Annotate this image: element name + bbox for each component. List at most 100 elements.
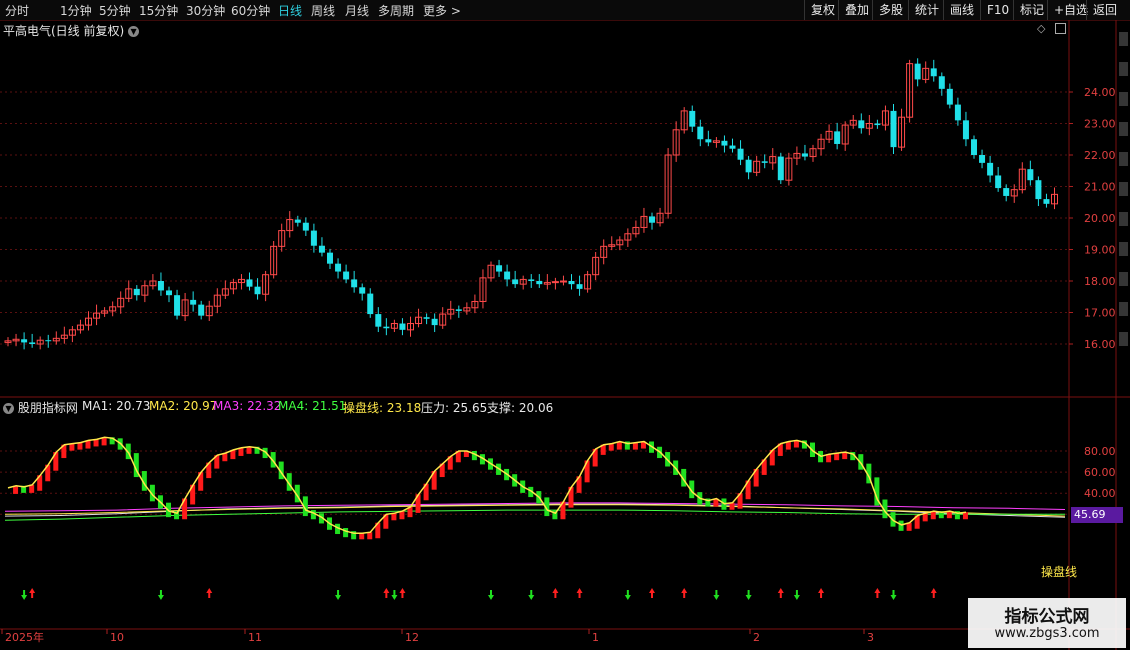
- buy-arrow-icon: [552, 588, 559, 598]
- btn-mark[interactable]: 标记: [1013, 0, 1050, 20]
- tab-more[interactable]: 更多 >: [423, 2, 461, 19]
- buy-arrow-icon: [930, 588, 937, 598]
- candle-body-down: [351, 279, 358, 288]
- candle-body-down: [318, 245, 325, 253]
- tab-15min[interactable]: 15分钟: [139, 2, 178, 19]
- candle-body-down: [938, 76, 945, 89]
- legend-glyph: [1119, 32, 1128, 46]
- tab-weekly[interactable]: 周线: [311, 2, 335, 19]
- tab-intraday[interactable]: 分时: [5, 2, 29, 19]
- watermark-url: www.zbgs3.com: [994, 626, 1100, 641]
- buy-arrow-icon: [29, 588, 36, 598]
- candle-body-down: [689, 110, 696, 127]
- indicator-name: 股朋指标网: [17, 401, 78, 415]
- time-axis-label: 11: [248, 631, 262, 644]
- candle-body-down: [359, 287, 366, 294]
- time-axis-label: 2025年: [5, 630, 44, 644]
- price-axis-label: 23.00: [1084, 118, 1116, 131]
- candle-body-down: [1035, 180, 1042, 200]
- buy-arrow-icon: [383, 588, 390, 598]
- candle-body-down: [423, 317, 430, 319]
- candle-body-down: [1043, 199, 1050, 204]
- candle-body-down: [721, 140, 728, 146]
- ma3-readout: MA3: 22.32: [213, 399, 281, 413]
- series-tag: 操盘线: [1041, 565, 1078, 579]
- candle-body-down: [801, 153, 808, 157]
- tab-30min[interactable]: 30分钟: [186, 2, 225, 19]
- tab-5min[interactable]: 5分钟: [99, 2, 131, 19]
- chevron-right-icon: >: [450, 4, 461, 18]
- ma1-value: 20.73: [116, 399, 151, 413]
- indicator-step-bar: [69, 443, 75, 451]
- window-toggle-icon[interactable]: [1055, 23, 1066, 34]
- cpx-value: 23.18: [386, 401, 422, 415]
- sell-arrow-icon: [793, 590, 800, 600]
- indicator-step-bar: [367, 532, 373, 540]
- btn-draw[interactable]: 画线: [943, 0, 980, 20]
- price-axis-label: 22.00: [1084, 149, 1116, 162]
- candle-body-down: [302, 222, 309, 231]
- candle-body-down: [166, 290, 172, 296]
- time-axis-label: 12: [405, 631, 419, 644]
- candlestick-series: [4, 58, 1058, 350]
- stock-title: 平高电气(日线 前复权) ▼: [3, 22, 140, 39]
- time-axis-label: 2: [753, 631, 760, 644]
- indicator-step-bar: [359, 533, 365, 540]
- sell-arrow-icon: [745, 590, 752, 600]
- sell-arrow-icon: [624, 590, 631, 600]
- ma4-label: MA4:: [278, 399, 309, 413]
- candle-body-down: [777, 156, 784, 181]
- indicator-axis-label: 80.00: [1084, 445, 1116, 458]
- price-axis-label: 19.00: [1084, 244, 1116, 257]
- legend-glyph: [1119, 242, 1128, 256]
- sell-arrow-icon: [21, 590, 28, 600]
- indicator-step-bar: [608, 443, 614, 451]
- top-toolbar: 分时 1分钟 5分钟 15分钟 30分钟 60分钟 日线 周线 月线 多周期 更…: [0, 0, 1130, 21]
- tab-daily[interactable]: 日线: [278, 2, 302, 19]
- candle-body-down: [455, 309, 462, 311]
- indicator-current-value: 45.69: [1071, 507, 1123, 523]
- btn-stats[interactable]: 统计: [908, 0, 945, 20]
- diamond-icon[interactable]: ◇: [1037, 22, 1045, 35]
- candle-body-down: [874, 123, 881, 126]
- candle-body-down: [375, 314, 382, 327]
- tab-1min[interactable]: 1分钟: [60, 2, 92, 19]
- indicator-step-bar: [898, 520, 904, 531]
- indicator-step-bar: [246, 446, 252, 454]
- watermark: 指标公式网 www.zbgs3.com: [968, 598, 1126, 648]
- btn-overlay[interactable]: 叠加: [838, 0, 875, 20]
- indicator-step-bar: [962, 512, 968, 520]
- indicator-step-bar: [93, 439, 99, 447]
- buy-arrow-icon: [576, 588, 583, 598]
- btn-f10[interactable]: F10: [980, 0, 1015, 20]
- candle-body-down: [1003, 188, 1010, 196]
- price-axis-label: 17.00: [1084, 307, 1116, 320]
- candle-body-down: [995, 175, 1002, 189]
- chevron-down-icon[interactable]: ▼: [128, 26, 140, 37]
- btn-multi-stock[interactable]: 多股: [872, 0, 909, 20]
- candle-body-down: [979, 155, 986, 163]
- indicator-series: [4, 436, 1066, 600]
- pressure-value: 25.65: [452, 401, 488, 415]
- candle-body-down: [174, 295, 181, 316]
- btn-back[interactable]: 返回: [1086, 0, 1123, 20]
- btn-adjust[interactable]: 复权: [804, 0, 841, 20]
- tab-60min[interactable]: 60分钟: [231, 2, 270, 19]
- candle-body-down: [29, 342, 36, 344]
- candle-body-down: [536, 281, 543, 285]
- tab-multi-period[interactable]: 多周期: [378, 2, 414, 19]
- legend-glyph: [1119, 212, 1128, 226]
- chart-canvas[interactable]: 24.00 23.00 22.00 21.00 20.00 19.00 18.00 17.00…: [0, 20, 1130, 650]
- buy-arrow-icon: [818, 588, 825, 598]
- tab-monthly[interactable]: 月线: [345, 2, 369, 19]
- support-label: 支撑:: [487, 401, 516, 415]
- candle-body-down: [496, 265, 503, 272]
- candle-body-down: [198, 304, 205, 316]
- candle-body-down: [133, 288, 140, 296]
- candle-body-down: [576, 284, 583, 289]
- candle-body-down: [21, 339, 28, 343]
- legend-glyph: [1119, 302, 1128, 316]
- price-axis-label: 18.00: [1084, 275, 1116, 288]
- chevron-down-icon[interactable]: ▼: [3, 403, 14, 414]
- candle-body-up: [559, 280, 567, 283]
